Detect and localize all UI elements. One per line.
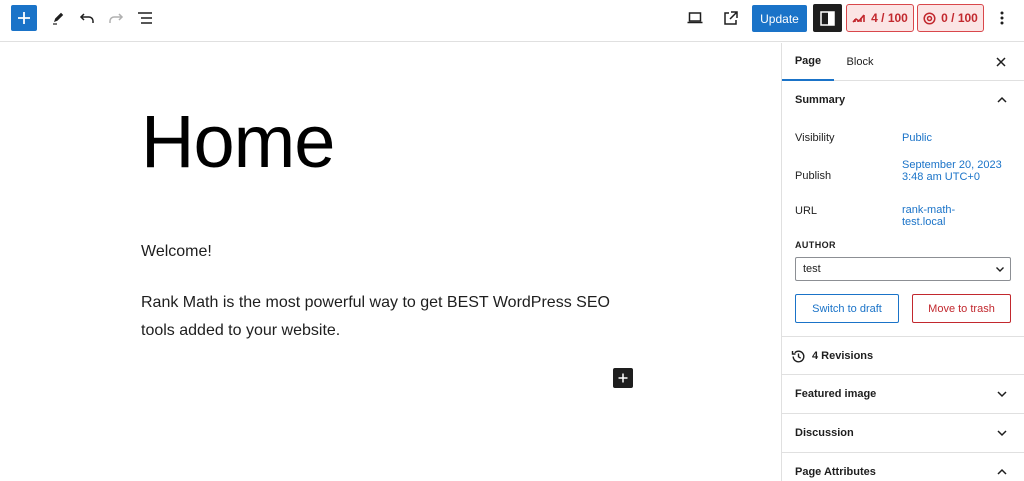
publish-date-value[interactable]: September 20, 2023 3:48 am UTC+0 bbox=[902, 159, 1002, 183]
chevron-down-icon bbox=[996, 267, 1004, 272]
page-attributes-panel-toggle[interactable]: Page Attributes bbox=[782, 453, 1024, 481]
options-menu-button[interactable] bbox=[992, 4, 1012, 32]
pencil-icon bbox=[53, 12, 64, 25]
rank-math-score-button[interactable]: 4 / 100 bbox=[846, 4, 914, 32]
rank-math-score-value: 4 / 100 bbox=[871, 11, 908, 25]
more-vertical-icon bbox=[1000, 11, 1004, 25]
list-view-icon bbox=[138, 12, 152, 24]
summary-panel-toggle[interactable]: Summary bbox=[782, 81, 1024, 119]
editor-canvas: Home Welcome! Rank Math is the most powe… bbox=[0, 43, 781, 481]
chevron-up-icon bbox=[997, 96, 1007, 103]
author-selected-value: test bbox=[803, 263, 821, 275]
settings-toggle-button[interactable] bbox=[813, 4, 842, 32]
switch-to-draft-button[interactable]: Switch to draft bbox=[795, 294, 899, 323]
plus-icon bbox=[618, 373, 628, 383]
settings-sidebar: Page Block Summary Visibility Public Pub… bbox=[781, 43, 1024, 481]
update-button[interactable]: Update bbox=[752, 5, 807, 32]
content-ai-icon bbox=[923, 11, 936, 25]
author-label: AUTHOR bbox=[795, 240, 836, 250]
preview-button[interactable] bbox=[681, 4, 709, 32]
discussion-panel-toggle[interactable]: Discussion bbox=[782, 414, 1024, 452]
block-inserter-toggle[interactable] bbox=[11, 5, 37, 31]
url-value[interactable]: rank-math-test.local bbox=[902, 204, 972, 228]
sidebar-panel-icon bbox=[820, 10, 835, 26]
paragraph-block[interactable]: Rank Math is the most powerful way to ge… bbox=[141, 289, 611, 345]
close-icon bbox=[996, 57, 1006, 67]
discussion-heading: Discussion bbox=[795, 427, 854, 439]
sidebar-tabs: Page Block bbox=[782, 43, 1024, 81]
page-title[interactable]: Home bbox=[141, 105, 335, 179]
page-attributes-heading: Page Attributes bbox=[795, 466, 876, 478]
visibility-value[interactable]: Public bbox=[902, 132, 1002, 144]
content-ai-score-button[interactable]: 0 / 100 bbox=[917, 4, 984, 32]
desktop-icon bbox=[687, 12, 703, 24]
undo-icon bbox=[79, 13, 94, 23]
featured-image-panel-toggle[interactable]: Featured image bbox=[782, 375, 1024, 413]
move-to-trash-button[interactable]: Move to trash bbox=[912, 294, 1011, 323]
publish-label: Publish bbox=[795, 170, 832, 182]
add-block-button[interactable] bbox=[613, 368, 633, 388]
tab-block[interactable]: Block bbox=[834, 43, 886, 81]
redo-icon bbox=[109, 13, 124, 23]
tab-page[interactable]: Page bbox=[782, 43, 834, 81]
view-page-button[interactable] bbox=[716, 4, 744, 32]
revisions-label: 4 Revisions bbox=[812, 350, 874, 362]
summary-heading: Summary bbox=[795, 94, 846, 106]
url-label: URL bbox=[795, 205, 818, 217]
chevron-down-icon bbox=[997, 391, 1007, 398]
chevron-down-icon bbox=[997, 430, 1007, 437]
rank-math-chart-icon bbox=[852, 14, 865, 23]
history-icon bbox=[791, 350, 805, 362]
undo-button[interactable] bbox=[73, 4, 101, 32]
paragraph-block[interactable]: Welcome! bbox=[141, 238, 212, 266]
content-ai-score-value: 0 / 100 bbox=[941, 11, 978, 25]
visibility-label: Visibility bbox=[795, 132, 835, 144]
featured-image-heading: Featured image bbox=[795, 388, 877, 400]
external-link-icon bbox=[723, 10, 738, 25]
redo-button[interactable] bbox=[102, 4, 130, 32]
chevron-up-icon bbox=[997, 468, 1007, 475]
author-select[interactable]: test bbox=[795, 257, 1011, 281]
editor-toolbar: Update 4 / 100 0 / 100 bbox=[0, 0, 1024, 42]
close-settings-button[interactable] bbox=[992, 53, 1010, 71]
revisions-link[interactable]: 4 Revisions bbox=[782, 337, 1024, 375]
document-overview-button[interactable] bbox=[131, 4, 159, 32]
plus-icon bbox=[18, 12, 30, 24]
tools-button[interactable] bbox=[44, 4, 72, 32]
